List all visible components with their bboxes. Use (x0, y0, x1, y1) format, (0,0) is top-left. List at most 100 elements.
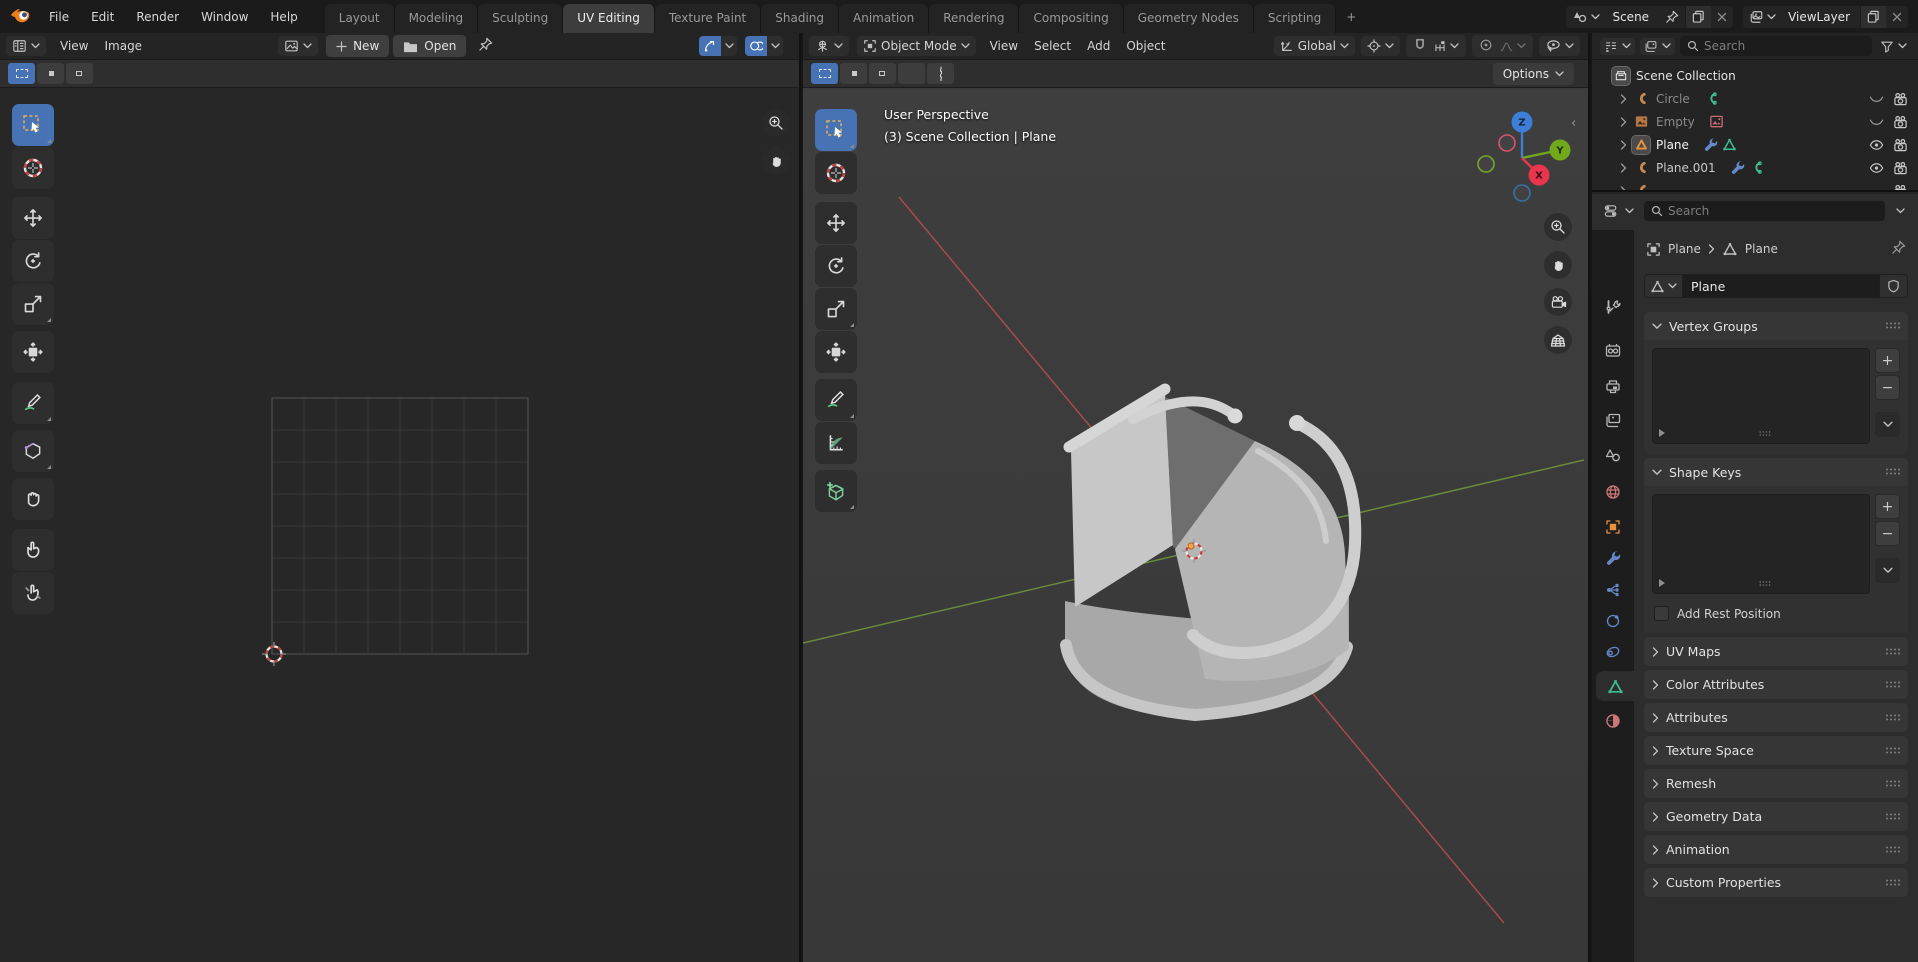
panel-drag-grip[interactable] (1885, 777, 1900, 791)
vp-tool-select-box[interactable] (815, 109, 857, 151)
tab-view-layer[interactable] (1592, 405, 1634, 435)
expand-icon[interactable] (1616, 117, 1630, 127)
new-scene-button[interactable] (1685, 6, 1711, 28)
uv-tool-move[interactable] (12, 197, 54, 239)
panel-drag-grip[interactable] (1885, 711, 1900, 725)
properties-options-button[interactable] (1891, 205, 1910, 217)
vertex-groups-header[interactable]: Vertex Groups (1644, 312, 1908, 340)
uv-tool-scale[interactable] (12, 283, 54, 325)
tab-world[interactable] (1592, 477, 1634, 507)
workspace-tab[interactable]: Rendering (929, 4, 1019, 33)
uv-tool-tweak[interactable] (12, 104, 54, 146)
uv-pan-button[interactable] (762, 147, 790, 175)
shape-key-specials-button[interactable] (1875, 558, 1900, 583)
uv-overlays-dropdown[interactable] (767, 36, 783, 56)
panel-drag-grip[interactable] (1885, 744, 1900, 758)
topbar-menu[interactable]: Help (259, 6, 308, 28)
outliner-row[interactable]: Empty (1592, 110, 1918, 133)
expand-icon[interactable] (1616, 94, 1630, 104)
panel-drag-grip[interactable] (1885, 876, 1900, 890)
topbar-menu[interactable]: Window (190, 6, 259, 28)
vertex-groups-list[interactable] (1652, 348, 1870, 444)
camera-visibility-icon[interactable] (1893, 92, 1908, 106)
camera-visibility-icon[interactable] (1893, 115, 1908, 129)
curve-data-icon[interactable] (1749, 160, 1764, 175)
vp-select-mode-intersect-button[interactable] (927, 63, 954, 84)
show-gizmo-dropdown[interactable] (1539, 36, 1580, 56)
add-workspace-button[interactable]: + (1336, 4, 1366, 30)
breadcrumb-data[interactable]: Plane (1745, 242, 1778, 256)
outliner-row[interactable]: Plane.001 (1592, 156, 1918, 179)
tab-output[interactable] (1592, 371, 1634, 401)
shape-keys-header[interactable]: Shape Keys (1644, 458, 1908, 486)
uv-menu[interactable]: Image (96, 35, 150, 57)
uv-tool-rip-region[interactable] (12, 430, 54, 472)
new-image-button[interactable]: New (326, 35, 389, 57)
vertex-group-specials-button[interactable] (1875, 412, 1900, 437)
scene-name[interactable]: Scene (1606, 10, 1659, 24)
camera-visibility-icon[interactable] (1893, 184, 1908, 193)
uv-tool-rotate[interactable] (12, 240, 54, 282)
pivot-point-dropdown[interactable] (1361, 36, 1400, 56)
orientation-gizmo[interactable]: Z Y X (1475, 103, 1575, 203)
outliner-search-input[interactable] (1704, 39, 1865, 53)
panel-drag-grip[interactable] (1885, 465, 1900, 479)
new-view-layer-button[interactable] (1860, 6, 1886, 28)
outliner-type-button[interactable] (1600, 38, 1635, 55)
panel-drag-grip[interactable] (1885, 319, 1900, 333)
add-vertex-group-button[interactable]: + (1875, 348, 1900, 373)
workspace-tab[interactable]: Layout (325, 4, 395, 33)
eye-closed-icon[interactable] (1869, 93, 1884, 105)
add-shape-key-button[interactable]: + (1875, 494, 1900, 519)
list-resize-grip[interactable] (1758, 426, 1771, 440)
vp-select-mode-difference-button[interactable] (898, 63, 925, 84)
panel-drag-grip[interactable] (1885, 645, 1900, 659)
mesh-id-browse-button[interactable] (1644, 274, 1683, 298)
viewport-canvas[interactable]: User Perspective (3) Scene Collection | … (803, 89, 1588, 962)
workspace-tab[interactable]: Scripting (1254, 4, 1336, 33)
vp-select-mode-extend-button[interactable] (840, 63, 867, 84)
vp-camera-view-button[interactable] (1544, 288, 1572, 316)
vp-tool-move[interactable] (815, 202, 857, 244)
remove-vertex-group-button[interactable]: − (1875, 375, 1900, 400)
view-layer-name[interactable]: ViewLayer (1782, 10, 1860, 24)
vp-tool-add-cube[interactable] (815, 470, 857, 512)
uv-gizmos-toggle[interactable] (699, 36, 721, 56)
workspace-tab[interactable]: Animation (839, 4, 929, 33)
vp-select-mode-new-button[interactable] (811, 63, 838, 84)
uv-tool-transform[interactable] (12, 331, 54, 373)
image-browse-button[interactable] (278, 36, 318, 56)
viewport-menu[interactable]: Select (1026, 35, 1079, 57)
workspace-tab[interactable]: Modeling (395, 4, 479, 33)
eye-open-icon[interactable] (1869, 162, 1884, 174)
topbar-menu[interactable]: Render (125, 6, 190, 28)
uv-tool-grab[interactable] (12, 478, 54, 520)
view-layer-browse-button[interactable] (1743, 6, 1782, 28)
vp-tool-transform[interactable] (815, 331, 857, 373)
vp-perspective-toggle-button[interactable] (1544, 326, 1572, 354)
collapsed-panel[interactable]: Texture Space (1644, 736, 1908, 765)
collapsed-panel[interactable]: Animation (1644, 835, 1908, 864)
outliner-row[interactable]: Circle (1592, 87, 1918, 110)
vp-select-mode-subtract-button[interactable] (869, 63, 896, 84)
pin-scene-icon[interactable] (1659, 6, 1685, 28)
collapsed-panel[interactable]: UV Maps (1644, 637, 1908, 666)
topbar-menu[interactable]: File (38, 6, 80, 28)
uv-canvas[interactable] (0, 89, 799, 962)
outliner-row[interactable] (1592, 179, 1918, 192)
panel-drag-grip[interactable] (1885, 810, 1900, 824)
list-expand-icon[interactable] (1659, 579, 1665, 587)
modifier-wrench-icon[interactable] (1703, 137, 1718, 152)
pin-image-icon[interactable] (478, 37, 493, 55)
uv-gizmos-dropdown[interactable] (721, 36, 737, 56)
tab-modifiers[interactable] (1592, 543, 1634, 573)
tab-render[interactable] (1592, 335, 1634, 365)
collapsed-panel[interactable]: Color Attributes (1644, 670, 1908, 699)
tab-particles[interactable] (1592, 575, 1634, 605)
collapsed-panel[interactable]: Geometry Data (1644, 802, 1908, 831)
workspace-tab[interactable]: Shading (761, 4, 839, 33)
collapsed-panel[interactable]: Attributes (1644, 703, 1908, 732)
options-button[interactable]: Options (1493, 63, 1574, 85)
outliner-row[interactable]: Plane (1592, 133, 1918, 156)
image-data-icon[interactable] (1709, 114, 1724, 129)
